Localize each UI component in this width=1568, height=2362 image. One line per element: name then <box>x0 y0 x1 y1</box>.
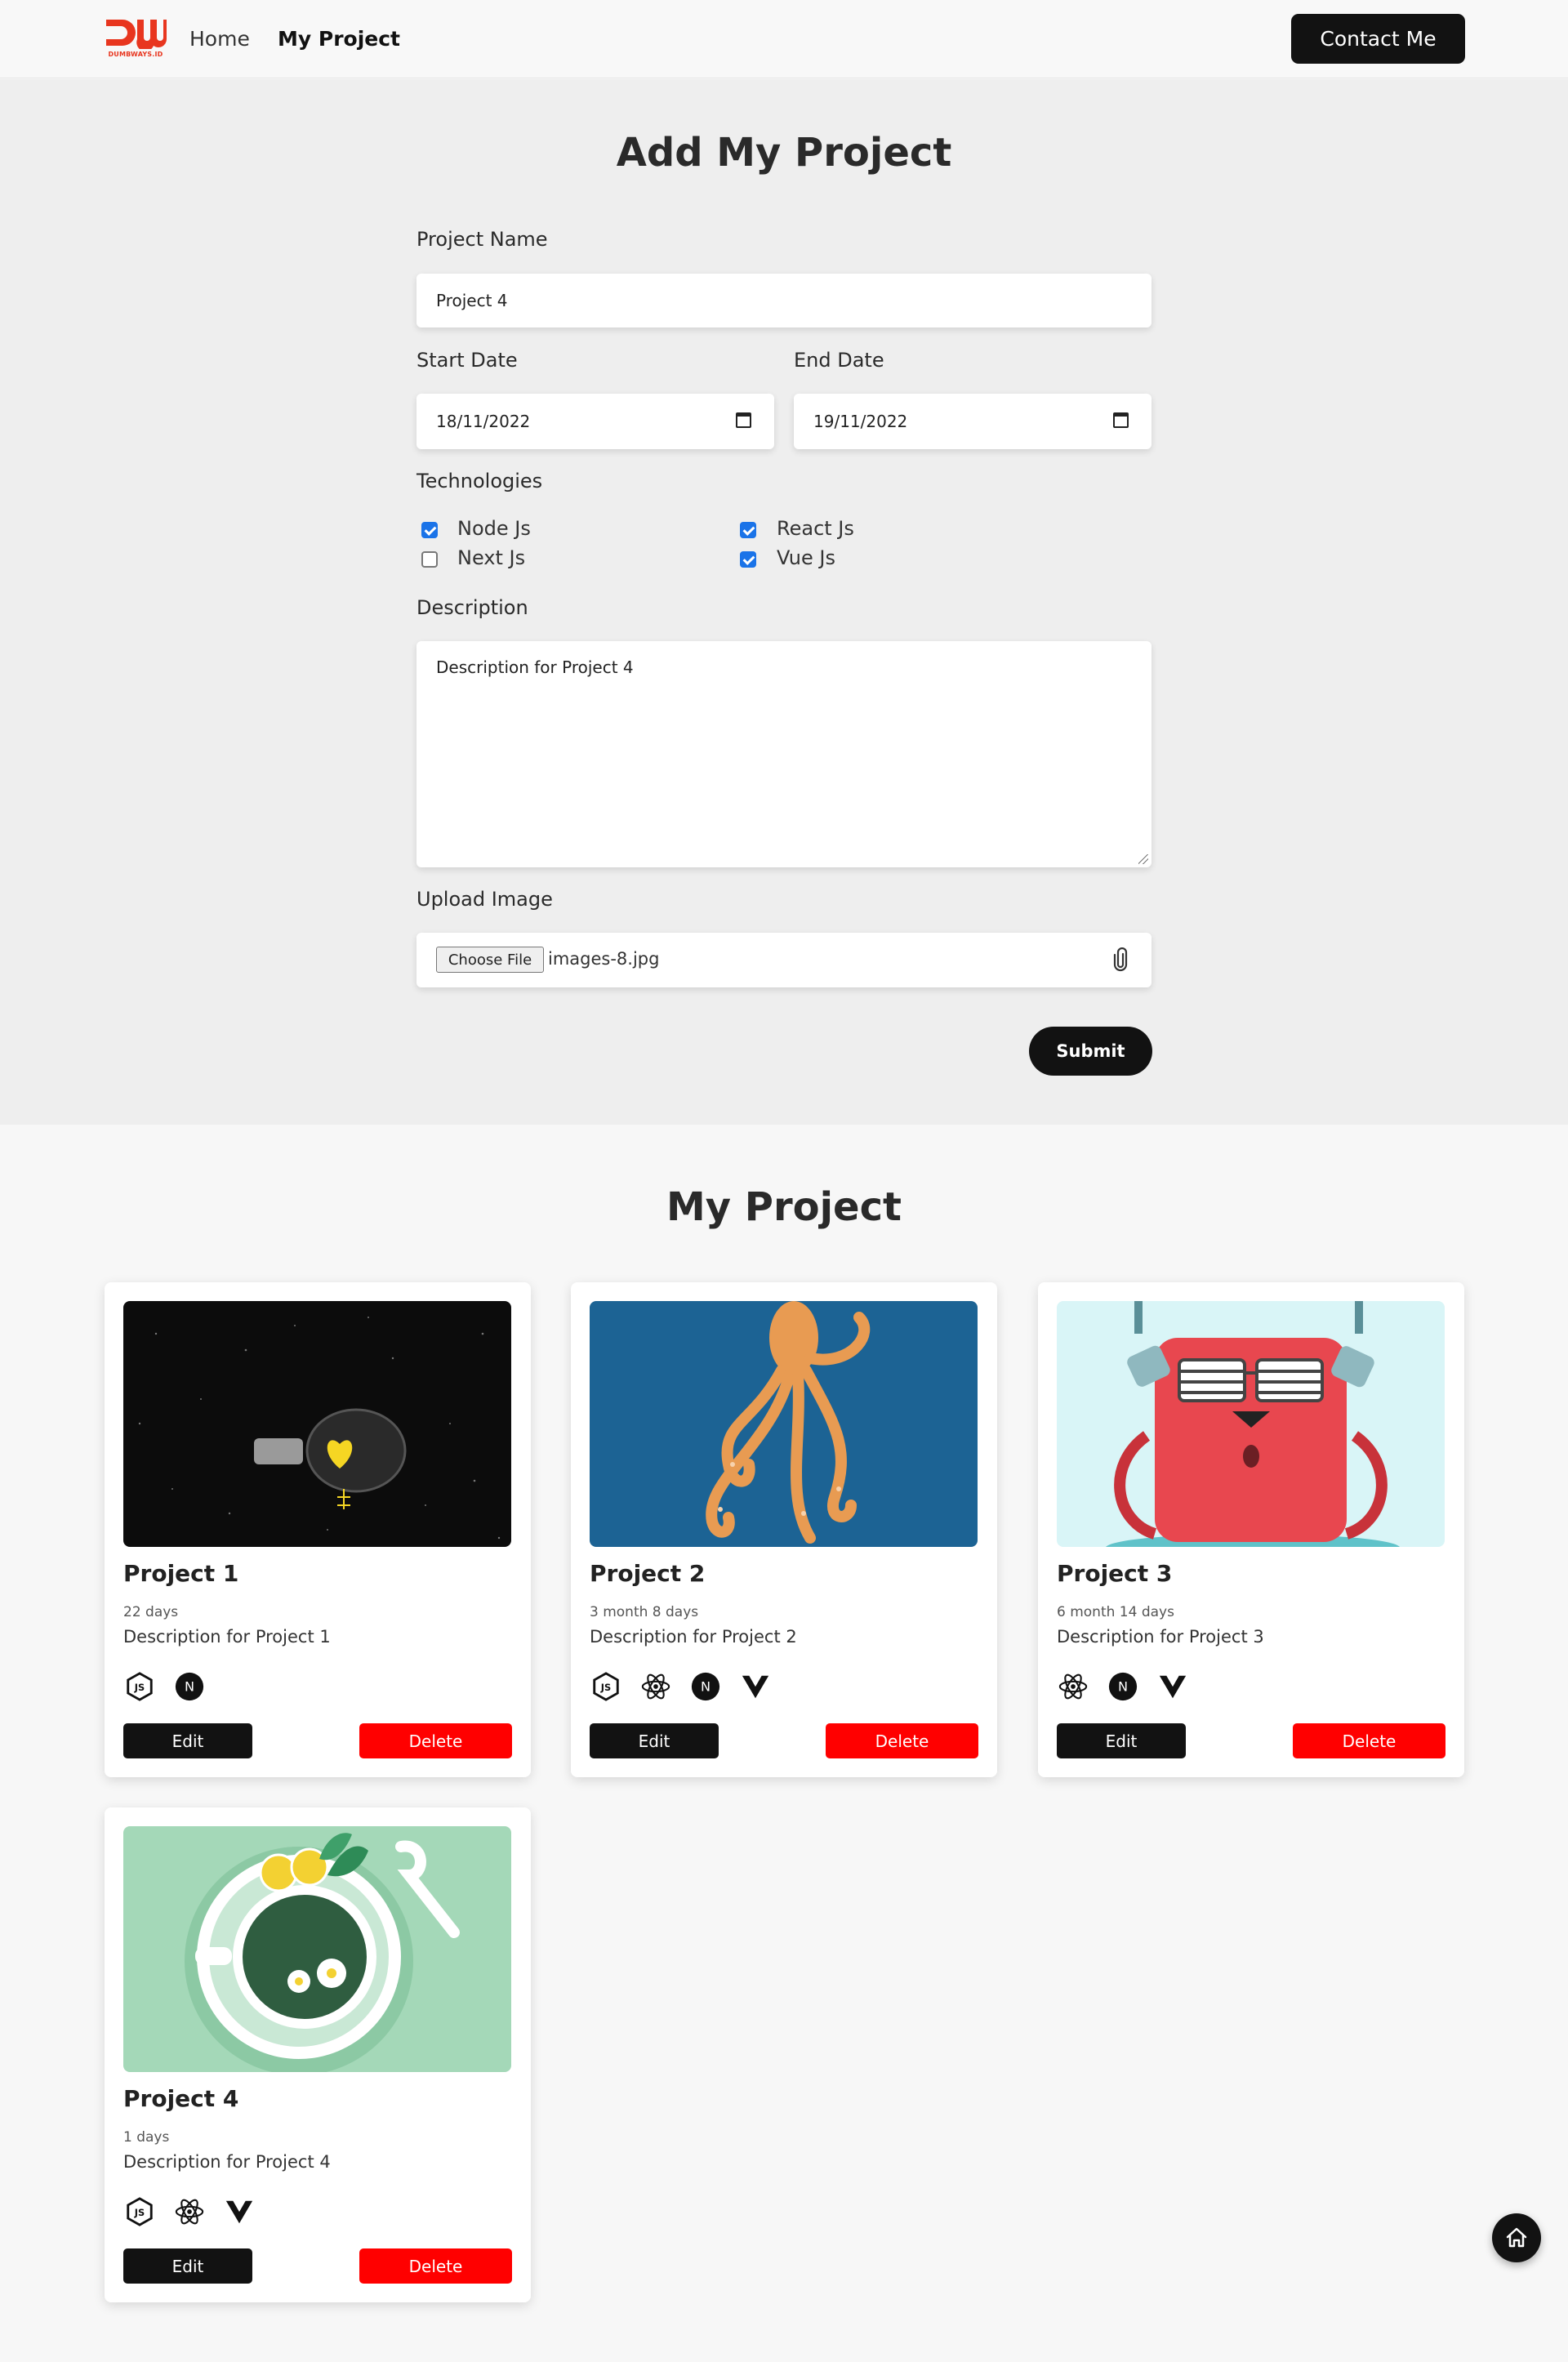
next-js-label: Next Js <box>457 546 526 569</box>
file-input[interactable]: Choose File images-8.jpg <box>416 933 1152 987</box>
project-card[interactable]: Project 2 3 month 8 days Description for… <box>571 1282 997 1777</box>
start-date-label: Start Date <box>416 349 518 372</box>
edit-button[interactable]: Edit <box>123 2248 252 2284</box>
project-duration: 22 days <box>123 1604 179 1620</box>
project-duration: 6 month 14 days <box>1057 1604 1174 1620</box>
my-project-title: My Project <box>666 1184 902 1230</box>
project-description: Description for Project 1 <box>123 1627 331 1647</box>
start-date-input[interactable]: 18/11/2022 <box>416 394 774 449</box>
node-js-checkbox[interactable] <box>421 522 438 538</box>
choose-file-button[interactable]: Choose File <box>436 947 544 973</box>
end-date-input[interactable]: 19/11/2022 <box>794 394 1152 449</box>
project-name[interactable]: Project 1 <box>123 1560 238 1587</box>
end-date-value: 19/11/2022 <box>813 412 908 431</box>
edit-button[interactable]: Edit <box>590 1723 719 1758</box>
file-name: images-8.jpg <box>548 949 660 969</box>
vue-js-icon <box>1156 1670 1189 1703</box>
svg-text:N: N <box>701 1679 710 1695</box>
tech-list: JS N <box>590 1670 772 1703</box>
vue-js-checkbox[interactable] <box>740 551 756 568</box>
description-value: Description for Project 4 <box>436 657 634 677</box>
project-duration: 3 month 8 days <box>590 1604 699 1620</box>
logo-mark <box>106 20 167 49</box>
node-js-label: Node Js <box>457 517 531 540</box>
project-name-input[interactable]: Project 4 <box>416 274 1152 328</box>
project-name[interactable]: Project 4 <box>123 2085 238 2112</box>
logo-text: DUMBWAYS.ID <box>108 51 163 58</box>
home-icon <box>1506 2227 1527 2248</box>
project-name-label: Project Name <box>416 228 548 251</box>
project-image <box>590 1301 978 1547</box>
tech-list: JS N <box>123 1670 206 1703</box>
project-image <box>123 1301 511 1547</box>
contact-me-button[interactable]: Contact Me <box>1291 14 1465 64</box>
description-label: Description <box>416 596 528 619</box>
tech-list: JS <box>123 2195 256 2228</box>
next-js-checkbox[interactable] <box>421 551 438 568</box>
project-name[interactable]: Project 3 <box>1057 1560 1172 1587</box>
start-date-value: 18/11/2022 <box>436 412 531 431</box>
react-js-checkbox[interactable] <box>740 522 756 538</box>
nav-link-my-project[interactable]: My Project <box>278 25 400 54</box>
node-js-icon: JS <box>123 1670 156 1703</box>
upload-image-label: Upload Image <box>416 888 553 911</box>
description-textarea[interactable]: Description for Project 4 <box>416 641 1152 867</box>
react-js-icon <box>1057 1670 1089 1703</box>
calendar-icon[interactable] <box>736 412 751 428</box>
project-image <box>123 1826 511 2072</box>
svg-text:JS: JS <box>134 2207 145 2218</box>
delete-button[interactable]: Delete <box>359 1723 512 1758</box>
project-card[interactable]: Project 3 6 month 14 days Description fo… <box>1038 1282 1464 1777</box>
project-description: Description for Project 2 <box>590 1627 797 1647</box>
project-card[interactable]: Project 1 22 days Description for Projec… <box>105 1282 531 1777</box>
add-project-section: Add My Project Project Name Project 4 St… <box>0 79 1568 1125</box>
next-js-icon: N <box>1107 1670 1139 1703</box>
end-date-label: End Date <box>794 349 884 372</box>
delete-button[interactable]: Delete <box>359 2248 512 2284</box>
edit-button[interactable]: Edit <box>1057 1723 1186 1758</box>
delete-button[interactable]: Delete <box>1293 1723 1446 1758</box>
home-button[interactable] <box>1492 2213 1541 2262</box>
project-card[interactable]: Project 4 1 days Description for Project… <box>105 1807 531 2302</box>
dumbways-logo[interactable]: DUMBWAYS.ID <box>105 16 167 62</box>
calendar-icon[interactable] <box>1113 412 1129 428</box>
project-name[interactable]: Project 2 <box>590 1560 705 1587</box>
svg-text:N: N <box>1118 1679 1128 1695</box>
project-image <box>1057 1301 1445 1547</box>
delete-button[interactable]: Delete <box>826 1723 978 1758</box>
vue-js-icon <box>739 1670 772 1703</box>
node-js-icon: JS <box>590 1670 622 1703</box>
vue-js-icon <box>223 2195 256 2228</box>
tech-list: N <box>1057 1670 1189 1703</box>
technologies-label: Technologies <box>416 470 543 492</box>
svg-text:N: N <box>185 1679 194 1695</box>
edit-button[interactable]: Edit <box>123 1723 252 1758</box>
svg-text:JS: JS <box>600 1682 611 1693</box>
paperclip-icon <box>1113 947 1128 972</box>
svg-text:JS: JS <box>134 1682 145 1693</box>
react-js-icon <box>639 1670 672 1703</box>
submit-button[interactable]: Submit <box>1029 1027 1152 1076</box>
project-description: Description for Project 4 <box>123 2152 331 2172</box>
react-js-label: React Js <box>777 517 854 540</box>
nav-link-home[interactable]: Home <box>189 25 250 54</box>
form-title: Add My Project <box>616 130 952 176</box>
navbar: DUMBWAYS.ID Home My Project Contact Me <box>0 0 1568 78</box>
react-js-icon <box>173 2195 206 2228</box>
project-duration: 1 days <box>123 2129 170 2146</box>
project-description: Description for Project 3 <box>1057 1627 1264 1647</box>
vue-js-label: Vue Js <box>777 546 835 569</box>
next-js-icon: N <box>689 1670 722 1703</box>
next-js-icon: N <box>173 1670 206 1703</box>
node-js-icon: JS <box>123 2195 156 2228</box>
resize-handle-icon[interactable] <box>1138 854 1148 864</box>
